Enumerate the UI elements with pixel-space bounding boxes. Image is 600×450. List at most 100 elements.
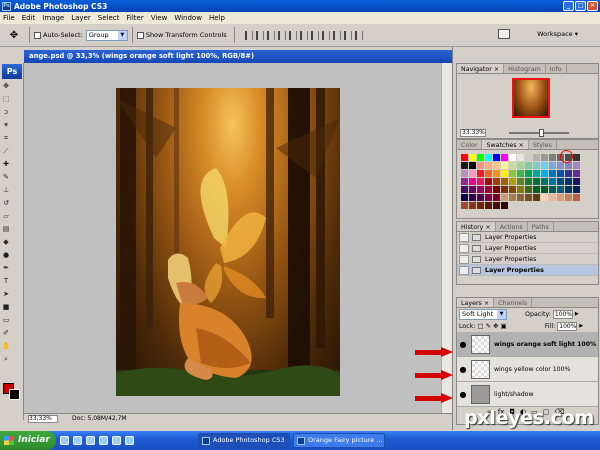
- color-swatch[interactable]: [461, 194, 468, 201]
- color-swatch[interactable]: [541, 162, 548, 169]
- color-swatch[interactable]: [525, 194, 532, 201]
- color-swatch[interactable]: [501, 162, 508, 169]
- color-swatch[interactable]: [493, 154, 500, 161]
- document-size-info[interactable]: Doc: 5,08M/42,7M: [72, 415, 127, 423]
- lasso-tool-icon[interactable]: ↄ: [1, 107, 11, 118]
- color-swatch[interactable]: [477, 154, 484, 161]
- color-swatch[interactable]: [565, 178, 572, 185]
- color-swatch[interactable]: [501, 154, 508, 161]
- color-swatch[interactable]: [461, 162, 468, 169]
- color-swatch[interactable]: [533, 154, 540, 161]
- fill-input[interactable]: 100%: [557, 321, 578, 331]
- menu-edit[interactable]: Edit: [22, 14, 36, 22]
- color-swatch[interactable]: [573, 178, 580, 185]
- pen-tool-icon[interactable]: ✒: [1, 263, 11, 274]
- color-swatch[interactable]: [557, 178, 564, 185]
- color-swatch[interactable]: [485, 154, 492, 161]
- color-swatch[interactable]: [525, 162, 532, 169]
- tab-layers[interactable]: Layers ×: [457, 298, 495, 307]
- chevron-right-icon[interactable]: ▶: [579, 323, 583, 329]
- navigator-zoom-slider-handle[interactable]: [539, 129, 544, 137]
- align-middle-icon[interactable]: [255, 30, 264, 40]
- color-swatch[interactable]: [493, 162, 500, 169]
- color-swatch[interactable]: [549, 186, 556, 193]
- color-swatch[interactable]: [469, 154, 476, 161]
- workspace-button[interactable]: Workspace ▾: [537, 30, 578, 38]
- blend-mode-dropdown[interactable]: Soft Light ▼: [459, 308, 507, 320]
- color-swatch[interactable]: [525, 178, 532, 185]
- menu-help[interactable]: Help: [209, 14, 225, 22]
- color-swatch[interactable]: [493, 202, 500, 209]
- hand-tool-icon[interactable]: ✋: [1, 341, 11, 352]
- menu-select[interactable]: Select: [98, 14, 120, 22]
- distribute-right-icon[interactable]: [354, 30, 363, 40]
- blur-tool-icon[interactable]: ◆: [1, 237, 11, 248]
- document-zoom-field[interactable]: 33,33%: [28, 415, 58, 423]
- healing-brush-icon[interactable]: ✚: [1, 159, 11, 170]
- color-swatch[interactable]: [533, 170, 540, 177]
- color-swatch[interactable]: [493, 170, 500, 177]
- color-swatch[interactable]: [509, 178, 516, 185]
- color-swatch[interactable]: [565, 170, 572, 177]
- history-brush-icon[interactable]: ↺: [1, 198, 11, 209]
- move-tool-icon[interactable]: ✥: [1, 81, 11, 92]
- color-swatch[interactable]: [549, 154, 556, 161]
- eye-icon[interactable]: ●: [457, 390, 469, 399]
- type-tool-icon[interactable]: T: [1, 276, 11, 287]
- color-swatch[interactable]: [485, 186, 492, 193]
- explorer-icon[interactable]: [125, 436, 134, 445]
- eraser-tool-icon[interactable]: ▱: [1, 211, 11, 222]
- color-swatch[interactable]: [549, 194, 556, 201]
- color-swatch[interactable]: [541, 178, 548, 185]
- media-player-icon[interactable]: [73, 436, 82, 445]
- color-swatch[interactable]: [461, 170, 468, 177]
- color-swatch[interactable]: [517, 162, 524, 169]
- color-swatch[interactable]: [517, 178, 524, 185]
- align-bottom-icon[interactable]: [266, 30, 275, 40]
- color-swatch[interactable]: [493, 186, 500, 193]
- start-button[interactable]: Iniciar: [0, 431, 56, 450]
- history-item[interactable]: Layer Properties: [457, 243, 598, 254]
- color-swatch[interactable]: [549, 178, 556, 185]
- color-swatch[interactable]: [573, 162, 580, 169]
- layer-row[interactable]: ● light/shadow: [457, 382, 598, 407]
- color-swatch[interactable]: [469, 194, 476, 201]
- desktop-icon[interactable]: [60, 436, 69, 445]
- lock-position-icon[interactable]: ✥: [493, 322, 498, 330]
- minimize-button[interactable]: _: [563, 1, 574, 11]
- zoom-tool-icon[interactable]: ⌕: [1, 354, 11, 365]
- color-swatch[interactable]: [549, 170, 556, 177]
- color-swatch[interactable]: [469, 162, 476, 169]
- lock-image-icon[interactable]: ✎: [486, 322, 491, 330]
- photoshop-logo[interactable]: Ps: [2, 64, 22, 79]
- history-item-current[interactable]: Layer Properties: [457, 265, 598, 276]
- shape-tool-icon[interactable]: ■: [1, 302, 11, 313]
- tab-navigator[interactable]: Navigator ×: [457, 64, 505, 73]
- gradient-tool-icon[interactable]: ▤: [1, 224, 11, 235]
- eye-icon[interactable]: ●: [457, 365, 469, 374]
- color-swatch[interactable]: [485, 170, 492, 177]
- color-swatch[interactable]: [533, 178, 540, 185]
- color-swatch[interactable]: [461, 202, 468, 209]
- auto-select-checkbox[interactable]: [34, 31, 41, 39]
- color-swatch[interactable]: [469, 178, 476, 185]
- navigator-zoom-field[interactable]: 33.33%: [460, 129, 486, 137]
- color-swatch[interactable]: [541, 170, 548, 177]
- color-swatch[interactable]: [485, 202, 492, 209]
- tab-actions[interactable]: Actions: [496, 222, 528, 231]
- eye-icon[interactable]: ●: [457, 340, 469, 349]
- marquee-tool-icon[interactable]: ⬚: [1, 94, 11, 105]
- tab-paths[interactable]: Paths: [528, 222, 554, 231]
- tab-history[interactable]: History ×: [457, 222, 496, 231]
- color-swatch[interactable]: [509, 154, 516, 161]
- document-workspace[interactable]: [24, 63, 441, 413]
- menu-filter[interactable]: Filter: [126, 14, 143, 22]
- color-swatch[interactable]: [501, 186, 508, 193]
- auto-select-dropdown[interactable]: Group ▼: [85, 29, 128, 41]
- eyedropper-tool-icon[interactable]: ✐: [1, 328, 11, 339]
- tab-channels[interactable]: Channels: [494, 298, 533, 307]
- color-swatch[interactable]: [485, 162, 492, 169]
- firefox-icon[interactable]: [99, 436, 108, 445]
- align-left-icon[interactable]: [277, 30, 286, 40]
- color-swatch[interactable]: [477, 170, 484, 177]
